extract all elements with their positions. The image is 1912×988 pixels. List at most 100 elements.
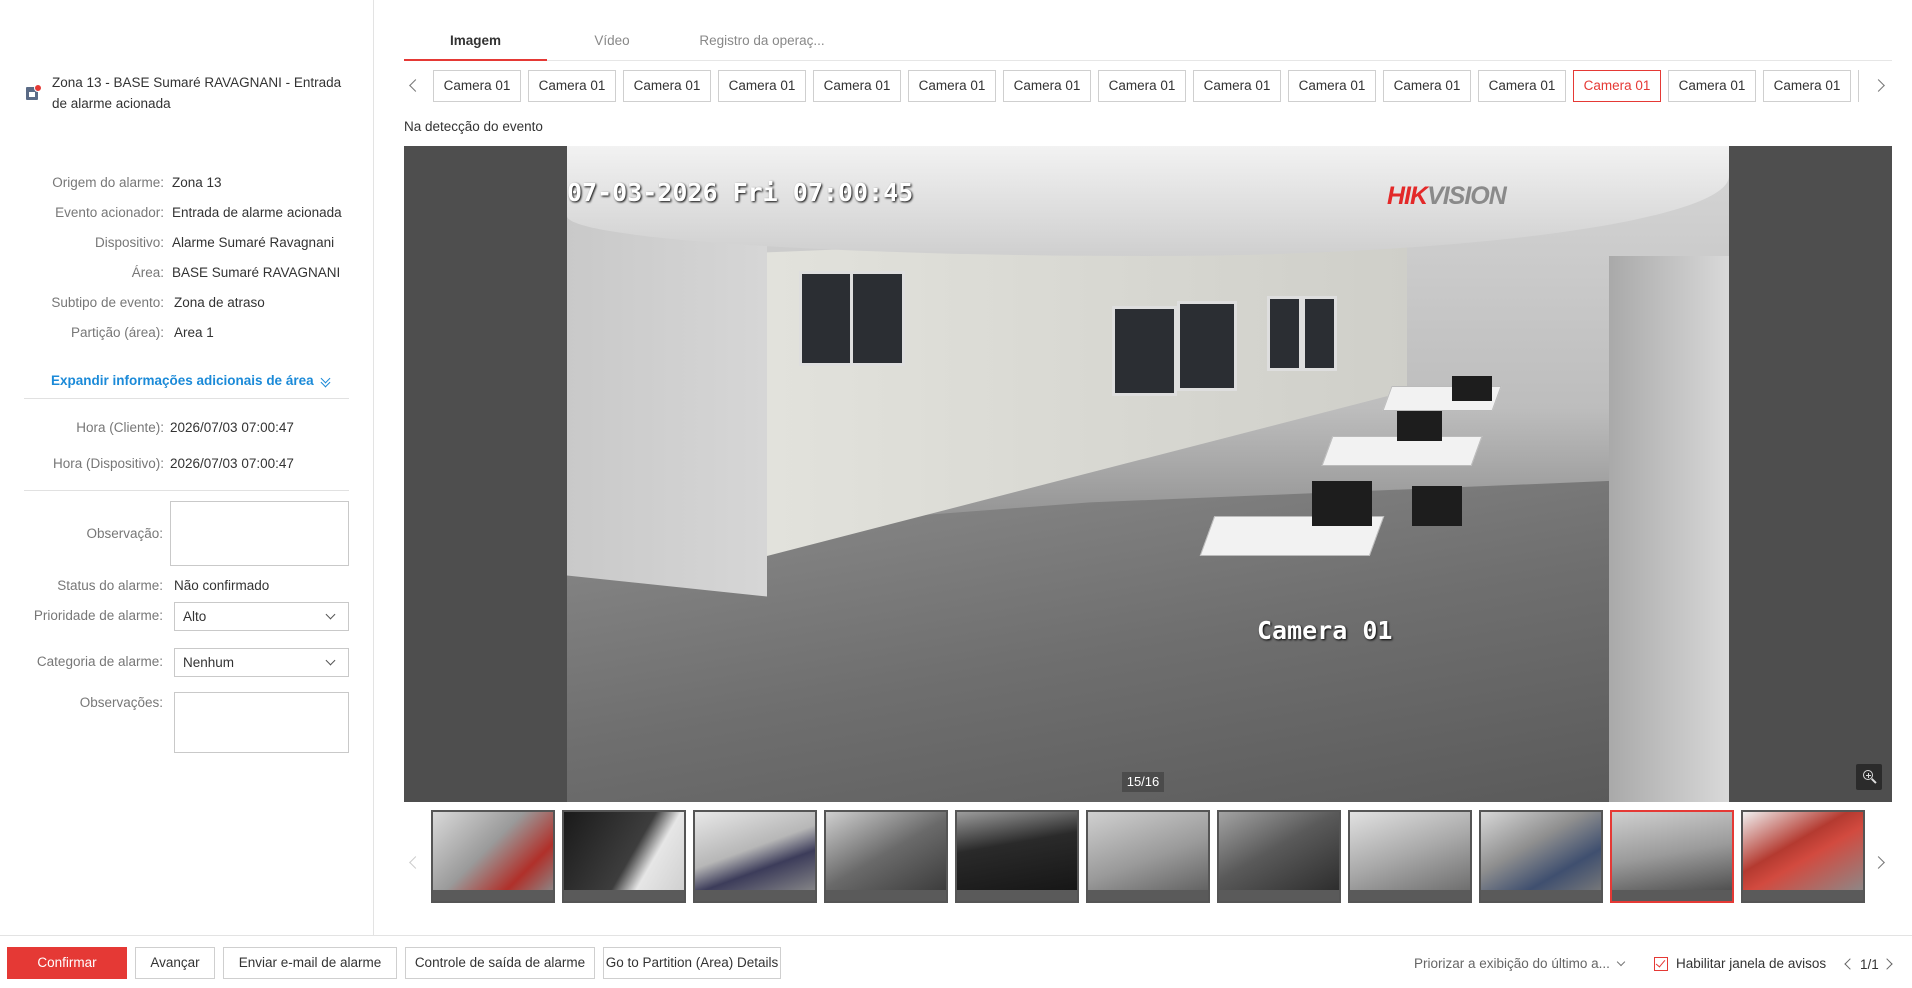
time-label: Hora (Dispositivo): [52, 456, 164, 471]
event-thumbnail[interactable] [431, 810, 555, 903]
event-thumbnail[interactable] [1217, 810, 1341, 903]
image-viewer[interactable]: 07-03-2026 Fri 07:00:45 Camera 01 HIKVIS… [404, 146, 1892, 802]
camera-button[interactable]: Camera 01 [433, 70, 521, 102]
event-thumbnail[interactable] [1479, 810, 1603, 903]
osd-timestamp: 07-03-2026 Fri 07:00:45 [567, 178, 914, 207]
camera-prev-arrow-icon[interactable] [404, 71, 424, 101]
detail-row-partition: Partição (área): Area 1 [0, 323, 374, 343]
event-thumbnail[interactable] [955, 810, 1079, 903]
thumbnail-prev-arrow-icon[interactable] [404, 848, 424, 878]
camera-button[interactable]: Camera 01 [1478, 70, 1566, 102]
alarm-title: Zona 13 - BASE Sumaré RAVAGNANI - Entrad… [26, 72, 356, 114]
detail-label: Área: [131, 265, 164, 280]
detail-value: BASE Sumaré RAVAGNANI [172, 265, 341, 280]
event-thumbnail[interactable] [562, 810, 686, 903]
tab-imagem[interactable]: Imagem [404, 28, 547, 61]
media-tabs: Imagem Vídeo Registro da operaç... [404, 28, 1892, 61]
camera-snapshot: 07-03-2026 Fri 07:00:45 Camera 01 HIKVIS… [567, 146, 1729, 802]
camera-button[interactable]: Camera 01 [1003, 70, 1091, 102]
zoom-in-icon[interactable] [1856, 764, 1882, 790]
detail-row-trigger-event: Evento acionador: Entrada de alarme acio… [0, 203, 374, 223]
page-prev-icon[interactable] [1842, 956, 1856, 972]
camera-button[interactable]: Camera 01 [623, 70, 711, 102]
detail-row-origin: Origem do alarme: Zona 13 [0, 173, 374, 193]
camera-button[interactable]: Camera 01 [718, 70, 806, 102]
alarm-status-value: Não confirmado [174, 578, 270, 593]
prioritize-display-label: Priorizar a exibição do último a... [1414, 956, 1610, 971]
detail-row-event-subtype: Subtipo de evento: Zona de atraso [0, 293, 374, 313]
expand-area-info-label: Expandir informações adicionais de área [51, 373, 314, 388]
divider [24, 490, 349, 491]
detail-value: Zona de atraso [174, 295, 265, 310]
pager: 1/1 [1842, 956, 1897, 972]
detail-label: Dispositivo: [94, 235, 164, 250]
event-thumbnail[interactable] [824, 810, 948, 903]
observacoes-label: Observações: [79, 695, 163, 710]
confirm-button[interactable]: Confirmar [7, 947, 127, 979]
camera-button[interactable]: Camera 01 [908, 70, 996, 102]
chevron-down-icon [1616, 957, 1626, 967]
detail-value: Alarme Sumaré Ravagnani [172, 235, 335, 250]
alarm-category-value: Nenhum [183, 655, 235, 670]
detail-row-area: Área: BASE Sumaré RAVAGNANI [0, 263, 374, 283]
send-alarm-email-button[interactable]: Enviar e-mail de alarme [223, 947, 397, 979]
image-page-counter: 15/16 [1122, 772, 1164, 792]
camera-button[interactable]: Camera 01 [1098, 70, 1186, 102]
camera-button[interactable]: Camera 01 [528, 70, 616, 102]
detail-label: Subtipo de evento: [51, 295, 164, 310]
camera-button[interactable]: Camera 01 [813, 70, 901, 102]
alarm-priority-select[interactable]: Alto [174, 602, 349, 631]
camera-button[interactable]: Camera 01 [1193, 70, 1281, 102]
tab-registro-operacao[interactable]: Registro da operaç... [677, 28, 847, 61]
alarm-input-icon [26, 84, 42, 100]
page-next-icon[interactable] [1881, 956, 1897, 972]
event-thumbnail[interactable] [1610, 810, 1734, 903]
alarm-category-select[interactable]: Nenhum [174, 648, 349, 677]
prioritize-display-dropdown[interactable]: Priorizar a exibição do último a... [1414, 956, 1626, 971]
alarm-priority-value: Alto [183, 609, 207, 624]
chevron-down-icon [325, 655, 336, 666]
tab-video[interactable]: Vídeo [547, 28, 677, 61]
event-thumbnail[interactable] [1741, 810, 1865, 903]
camera-button[interactable]: Camera 01 [1668, 70, 1756, 102]
time-value: 2026/07/03 07:00:47 [170, 420, 294, 435]
alarm-details-panel: Zona 13 - BASE Sumaré RAVAGNANI - Entrad… [0, 0, 374, 935]
action-footer: Confirmar Avançar Enviar e-mail de alarm… [0, 935, 1912, 988]
event-thumbnail[interactable] [1086, 810, 1210, 903]
checkbox-checked-icon [1654, 956, 1668, 971]
camera-selector: Camera 01 Camera 01 Camera 01 Camera 01 Came… [404, 70, 1892, 102]
event-thumbnail[interactable] [693, 810, 817, 903]
time-value: 2026/07/03 07:00:47 [170, 456, 294, 471]
go-to-partition-details-button[interactable]: Go to Partition (Area) Details [603, 947, 781, 979]
detail-row-device: Dispositivo: Alarme Sumaré Ravagnani [0, 233, 374, 253]
camera-next-arrow-icon[interactable] [1872, 71, 1892, 101]
time-label: Hora (Cliente): [76, 420, 164, 435]
divider [24, 398, 349, 399]
hikvision-logo: HIKVISION [1387, 182, 1507, 210]
camera-button[interactable]: Camera 01 [1573, 70, 1661, 102]
page-indicator: 1/1 [1860, 956, 1879, 972]
camera-button[interactable]: Camera 01 [1383, 70, 1471, 102]
advance-button[interactable]: Avançar [135, 947, 215, 979]
alarm-status-label: Status do alarme: [57, 578, 163, 593]
observacoes-textarea[interactable] [174, 692, 349, 753]
detail-value: Entrada de alarme acionada [172, 205, 342, 220]
camera-button[interactable]: Camera 01 [1763, 70, 1851, 102]
thumbnail-next-arrow-icon[interactable] [1872, 848, 1892, 878]
detail-value: Area 1 [174, 325, 214, 340]
alarm-title-text: Zona 13 - BASE Sumaré RAVAGNANI - Entrad… [52, 75, 342, 111]
detail-label: Evento acionador: [55, 205, 164, 220]
event-thumbnail[interactable] [1348, 810, 1472, 903]
detail-value: Zona 13 [172, 175, 222, 190]
alarm-output-control-button[interactable]: Controle de saída de alarme [405, 947, 595, 979]
expand-area-info-link[interactable]: Expandir informações adicionais de área [51, 373, 332, 388]
event-caption: Na detecção do evento [404, 119, 543, 134]
chevron-down-icon [325, 609, 336, 620]
camera-button[interactable]: Camera 01 [1288, 70, 1376, 102]
alarm-category-label: Categoria de alarme: [36, 654, 163, 669]
osd-camera-name: Camera 01 [1257, 616, 1393, 645]
detail-label: Origem do alarme: [52, 175, 164, 190]
observacao-textarea[interactable] [170, 501, 349, 566]
camera-overflow-edge [1858, 70, 1860, 102]
enable-alert-window-checkbox[interactable]: Habilitar janela de avisos [1654, 956, 1826, 971]
